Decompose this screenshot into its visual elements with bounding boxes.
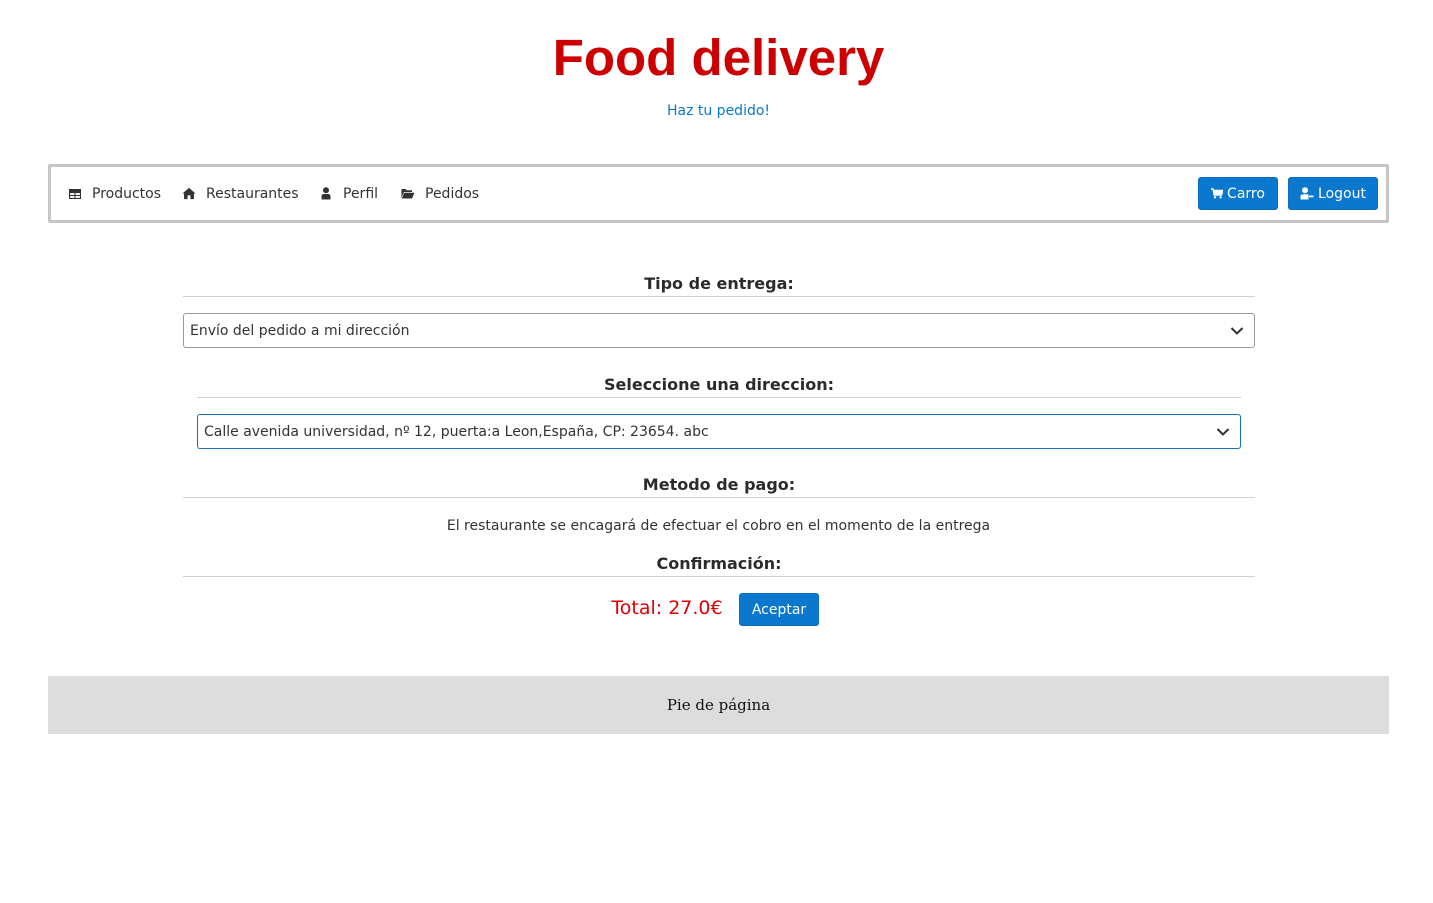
nav-label-restaurantes: Restaurantes: [206, 185, 299, 202]
cart-button[interactable]: Carro: [1198, 177, 1278, 210]
chevron-down-icon: [1230, 327, 1244, 335]
order-total: Total: 27.0€: [611, 597, 723, 619]
shopping-cart-icon: [1211, 188, 1224, 199]
order-cta-link[interactable]: Haz tu pedido!: [0, 101, 1433, 121]
address-divider: [197, 397, 1241, 398]
user-logout-icon: [1300, 187, 1314, 200]
user-icon: [319, 187, 333, 201]
payment-method-description: El restaurante se encagará de efectuar e…: [446, 518, 991, 534]
accept-button[interactable]: Aceptar: [739, 593, 819, 626]
nav-label-perfil: Perfil: [343, 185, 379, 202]
nav-item-pedidos[interactable]: Pedidos: [401, 167, 479, 220]
cart-button-label: Carro: [1227, 185, 1265, 202]
accept-button-label: Aceptar: [751, 601, 807, 618]
nav-item-restaurantes[interactable]: Restaurantes: [182, 167, 299, 220]
folder-open-icon: [401, 187, 415, 201]
confirmation-heading: Confirmación:: [656, 554, 782, 573]
payment-method-heading: Metodo de pago:: [642, 475, 796, 494]
address-selected-value: Calle avenida universidad, nº 12, puerta…: [204, 423, 709, 440]
chevron-down-icon: [1216, 428, 1230, 436]
delivery-type-selected-value: Envío del pedido a mi dirección: [190, 322, 410, 339]
address-select[interactable]: Calle avenida universidad, nº 12, puerta…: [197, 414, 1241, 449]
address-heading: Seleccione una direccion:: [603, 375, 835, 394]
nav-item-perfil[interactable]: Perfil: [319, 167, 378, 220]
confirmation-divider: [183, 576, 1255, 577]
footer-text: Pie de página: [666, 696, 771, 714]
delivery-type-select[interactable]: Envío del pedido a mi dirección: [183, 313, 1255, 348]
nav-label-pedidos: Pedidos: [425, 185, 480, 202]
site-title: Food delivery: [552, 29, 885, 86]
nav-item-productos[interactable]: Productos: [68, 167, 161, 220]
main-navbar: Productos Restaurantes Perfil Pedidos Ca…: [48, 164, 1389, 223]
payment-method-divider: [183, 497, 1255, 498]
home-icon: [182, 187, 196, 201]
logout-button[interactable]: Logout: [1288, 177, 1378, 210]
delivery-type-heading: Tipo de entrega:: [644, 274, 794, 293]
table-icon: [68, 187, 82, 201]
delivery-type-divider: [183, 296, 1255, 297]
page-footer: Pie de página: [48, 676, 1389, 734]
nav-label-productos: Productos: [92, 185, 162, 202]
logout-button-label: Logout: [1318, 185, 1366, 202]
